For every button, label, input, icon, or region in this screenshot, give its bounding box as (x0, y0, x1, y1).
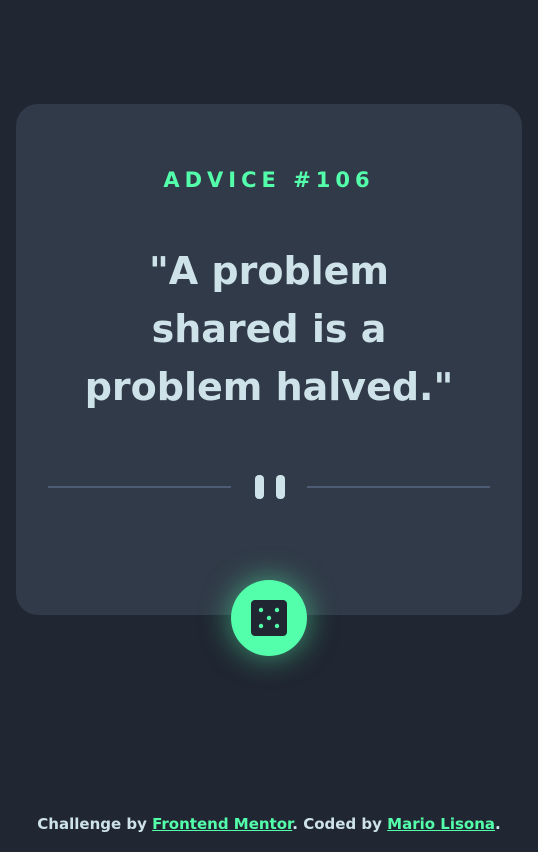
attribution-footer: Challenge by Frontend Mentor. Coded by M… (0, 815, 538, 833)
divider (48, 472, 490, 502)
footer-middle: . Coded by (292, 815, 388, 833)
author-link[interactable]: Mario Lisona (387, 815, 495, 833)
footer-suffix: . (495, 815, 501, 833)
advice-heading: ADVICE #106 (163, 168, 375, 192)
new-advice-button[interactable] (231, 580, 307, 656)
divider-line-right (307, 486, 490, 488)
pause-icon (255, 475, 285, 499)
footer-prefix: Challenge by (37, 815, 153, 833)
dice-icon (251, 600, 287, 636)
advice-quote: "A problem shared is a problem halved." (84, 249, 454, 409)
frontend-mentor-link[interactable]: Frontend Mentor (152, 815, 292, 833)
divider-line-left (48, 486, 231, 488)
